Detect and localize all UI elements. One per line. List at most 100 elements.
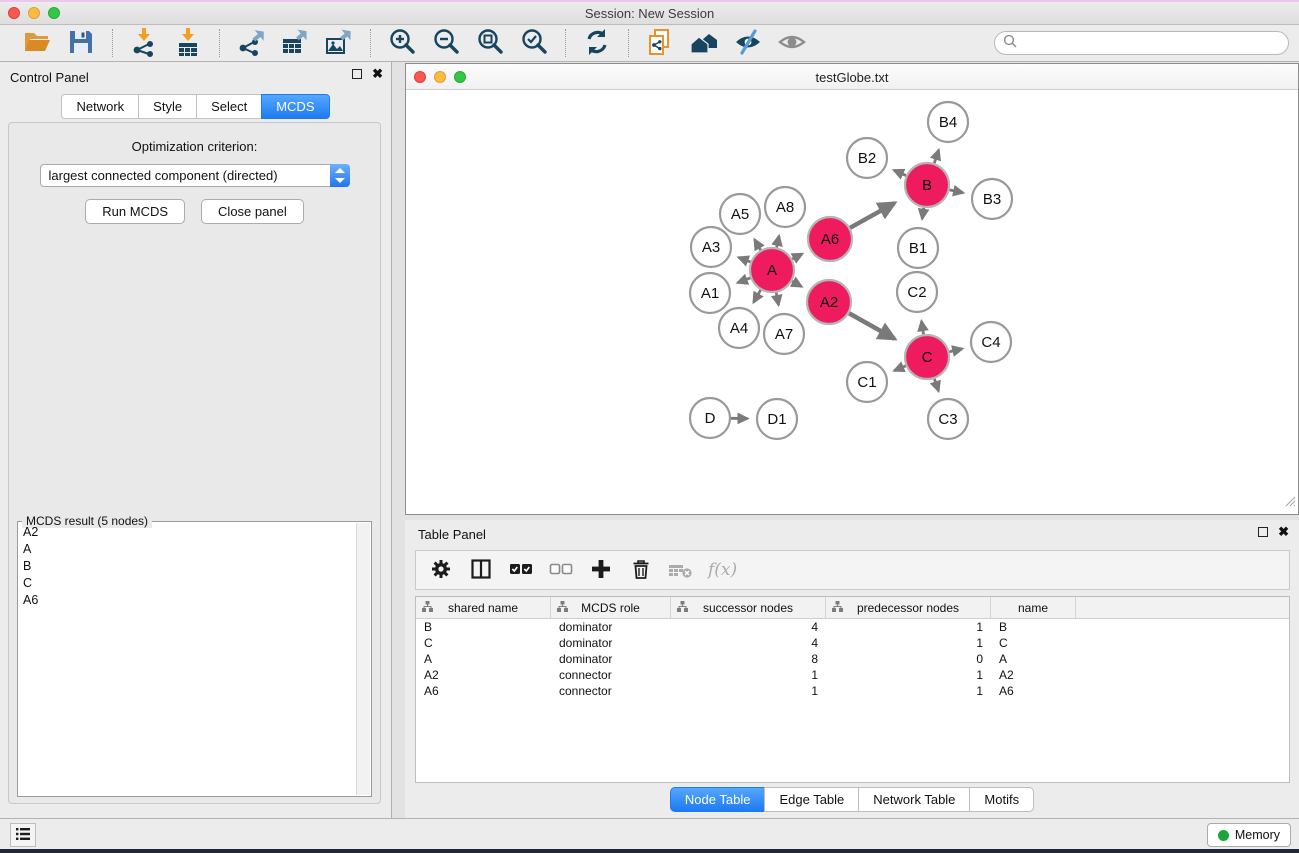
graph-node-B1[interactable]: B1 — [898, 228, 938, 268]
tab-select[interactable]: Select — [196, 94, 261, 119]
graph-node-B3[interactable]: B3 — [972, 179, 1012, 219]
table-close-button[interactable]: ✖ — [1278, 527, 1289, 537]
graph-edge-A-A1[interactable] — [738, 278, 751, 283]
result-list-scrollbar[interactable] — [356, 523, 370, 795]
run-mcds-button[interactable]: Run MCDS — [85, 199, 185, 224]
table-row[interactable]: Cdominator41C — [416, 635, 1289, 651]
result-item[interactable]: C — [19, 574, 356, 591]
search-field[interactable] — [994, 31, 1289, 55]
graph-node-C[interactable]: C — [905, 335, 949, 379]
result-item[interactable]: A — [19, 540, 356, 557]
tab-edge-table[interactable]: Edge Table — [764, 787, 858, 812]
tab-style[interactable]: Style — [138, 94, 196, 119]
tab-mcds[interactable]: MCDS — [261, 94, 329, 119]
tab-network[interactable]: Network — [61, 94, 138, 119]
show-eye-button[interactable] — [773, 27, 811, 59]
zoom-in-button[interactable] — [383, 27, 421, 59]
home-button[interactable] — [685, 27, 723, 59]
graph-node-A2[interactable]: A2 — [807, 280, 851, 324]
graph-node-A3[interactable]: A3 — [691, 227, 731, 267]
open-file-button[interactable] — [18, 27, 56, 59]
graph-node-C2[interactable]: C2 — [897, 272, 937, 312]
graph-edge-A-A7[interactable] — [776, 293, 778, 305]
tab-network-table[interactable]: Network Table — [858, 787, 969, 812]
graph-node-A8[interactable]: A8 — [765, 187, 805, 227]
graph-node-B4[interactable]: B4 — [928, 102, 968, 142]
graph-node-C3[interactable]: C3 — [928, 399, 968, 439]
result-item[interactable]: A2 — [19, 523, 356, 540]
close-panel-button[interactable]: Close panel — [201, 199, 304, 224]
graph-edge-C-C1[interactable] — [894, 366, 906, 371]
graph-edge-B-B4[interactable] — [934, 150, 938, 163]
graph-edge-A-A5[interactable] — [755, 240, 761, 250]
hide-panel-button[interactable] — [729, 27, 767, 59]
graph-edge-C-C4[interactable] — [949, 349, 962, 352]
table-row[interactable]: Adominator80A — [416, 651, 1289, 667]
graph-edge-A6-B[interactable] — [850, 203, 894, 228]
node-table[interactable]: shared nameMCDS rolesuccessor nodesprede… — [415, 596, 1290, 783]
graph-edge-C-C2[interactable] — [921, 321, 923, 334]
copy-view-button[interactable] — [641, 27, 679, 59]
select-all-button[interactable] — [508, 557, 534, 583]
graph-edge-B-B1[interactable] — [922, 208, 924, 219]
graph-node-B2[interactable]: B2 — [847, 138, 887, 178]
import-network-button[interactable] — [125, 27, 163, 59]
show-columns-button[interactable] — [468, 557, 494, 583]
graph-node-D[interactable]: D — [690, 398, 730, 438]
graph-node-A[interactable]: A — [750, 248, 794, 292]
float-panel-button[interactable] — [352, 69, 362, 79]
graph-node-A6[interactable]: A6 — [808, 217, 852, 261]
column-header-predecessor-nodes[interactable]: predecessor nodes — [826, 597, 991, 618]
export-image-button[interactable] — [320, 27, 358, 59]
table-row[interactable]: A2connector11A2 — [416, 667, 1289, 683]
add-column-button[interactable] — [588, 557, 614, 583]
result-item[interactable]: A6 — [19, 591, 356, 608]
graph-node-A7[interactable]: A7 — [764, 314, 804, 354]
network-canvas[interactable]: B4 B2 B B3 A5A8A6 A3 B1 A A1 C2 A2 A4A7 C4 C C1 C3 D D1 — [406, 90, 1298, 514]
delete-table-button[interactable] — [668, 557, 694, 583]
graph-node-C1[interactable]: C1 — [847, 362, 887, 402]
zoom-fit-button[interactable] — [471, 27, 509, 59]
table-row[interactable]: Bdominator41B — [416, 619, 1289, 635]
column-header-MCDS-role[interactable]: MCDS role — [551, 597, 671, 618]
deselect-all-button[interactable] — [548, 557, 574, 583]
graph-node-A1[interactable]: A1 — [690, 273, 730, 313]
graph-edge-A-A3[interactable] — [739, 257, 751, 261]
import-table-button[interactable] — [169, 27, 207, 59]
graph-edge-B-B2[interactable] — [894, 170, 906, 175]
save-session-button[interactable] — [62, 27, 100, 59]
window-resize-grip[interactable] — [1282, 493, 1296, 512]
column-header-name[interactable]: name — [991, 597, 1076, 618]
result-item[interactable]: B — [19, 557, 356, 574]
graph-edge-B-B3[interactable] — [949, 190, 963, 193]
search-input[interactable] — [1022, 36, 1280, 50]
function-builder-button[interactable]: f(x) — [708, 557, 737, 583]
delete-column-button[interactable] — [628, 557, 654, 583]
graph-edge-A-A2[interactable] — [792, 281, 801, 286]
table-float-button[interactable] — [1258, 527, 1268, 537]
table-row[interactable]: A6connector11A6 — [416, 683, 1289, 699]
export-network-button[interactable] — [232, 27, 270, 59]
graph-edge-C-C3[interactable] — [934, 379, 938, 391]
graph-edge-A2-C[interactable] — [849, 313, 894, 338]
table-settings-button[interactable] — [428, 557, 454, 583]
zoom-selected-button[interactable] — [515, 27, 553, 59]
refresh-button[interactable] — [578, 27, 616, 59]
tab-node-table[interactable]: Node Table — [670, 787, 765, 812]
graph-node-A4[interactable]: A4 — [719, 308, 759, 348]
close-panel-icon-button[interactable]: ✖ — [372, 69, 383, 79]
export-table-button[interactable] — [276, 27, 314, 59]
graph-node-D1[interactable]: D1 — [757, 399, 797, 439]
graph-node-B[interactable]: B — [905, 163, 949, 207]
column-header-shared-name[interactable]: shared name — [416, 597, 551, 618]
graph-edge-A-A8[interactable] — [777, 236, 779, 248]
tab-motifs[interactable]: Motifs — [969, 787, 1034, 812]
graph-node-A5[interactable]: A5 — [720, 194, 760, 234]
graph-edge-A-A4[interactable] — [754, 290, 761, 302]
column-header-successor-nodes[interactable]: successor nodes — [671, 597, 826, 618]
zoom-out-button[interactable] — [427, 27, 465, 59]
optimization-criterion-select[interactable]: largest connected component (directed) — [40, 164, 350, 187]
task-history-button[interactable] — [10, 823, 36, 847]
graph-edge-A-A6[interactable] — [792, 254, 802, 259]
graph-node-C4[interactable]: C4 — [971, 322, 1011, 362]
